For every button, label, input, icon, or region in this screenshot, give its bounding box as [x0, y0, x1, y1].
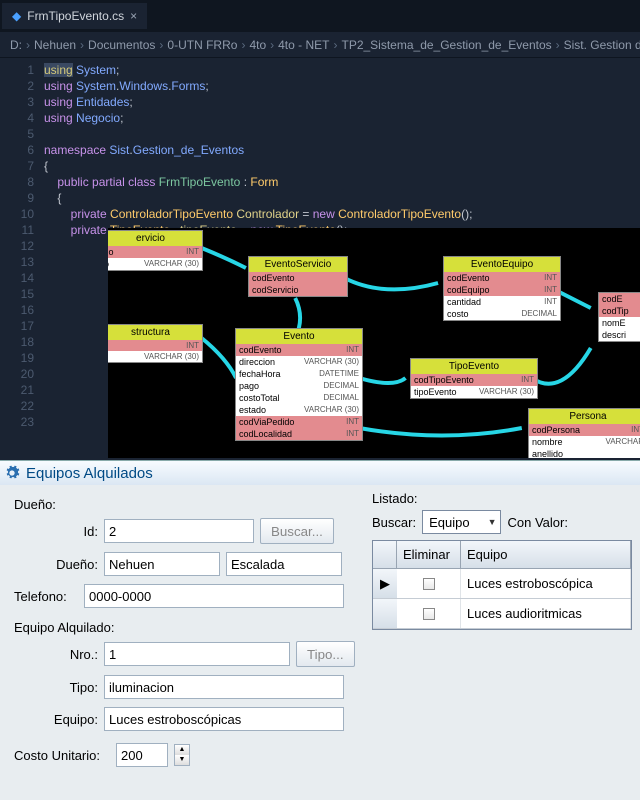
- csharp-icon: ◆: [12, 9, 21, 23]
- equipo-label: Equipo:: [14, 712, 98, 727]
- tel-label: Telefono:: [14, 589, 78, 604]
- tipo-label: Tipo:: [14, 680, 98, 695]
- editor-tab[interactable]: ◆ FrmTipoEvento.cs ×: [2, 3, 147, 29]
- table-row[interactable]: ▶Luces estroboscópica: [373, 569, 631, 599]
- gear-icon: [4, 465, 20, 481]
- id-input[interactable]: [104, 519, 254, 543]
- window-title: Equipos Alquilados: [26, 465, 153, 482]
- buscar-combo[interactable]: Equipo ▼: [422, 510, 501, 534]
- owner-section-label: Dueño:: [14, 497, 360, 512]
- listado-label: Listado:: [372, 491, 632, 506]
- id-label: Id:: [14, 524, 98, 539]
- breadcrumb[interactable]: D:›Nehuen›Documentos›0-UTN FRRo›4to›4to …: [0, 32, 640, 58]
- window-titlebar: Equipos Alquilados: [0, 461, 640, 485]
- checkbox[interactable]: [423, 608, 435, 620]
- line-gutter: 1234567891011121314151617181920212223: [0, 58, 44, 460]
- tipo-button[interactable]: Tipo...: [296, 641, 355, 667]
- rent-section-label: Equipo Alquilado:: [14, 620, 360, 635]
- tab-label: FrmTipoEvento.cs: [27, 9, 124, 23]
- ide-pane: ◆ FrmTipoEvento.cs × D:›Nehuen›Documento…: [0, 0, 640, 460]
- chevron-down-icon: ▼: [488, 517, 497, 527]
- nro-input[interactable]: [104, 642, 290, 666]
- owner-label: Dueño:: [14, 557, 98, 572]
- buscar-button[interactable]: Buscar...: [260, 518, 334, 544]
- code-editor[interactable]: 1234567891011121314151617181920212223 us…: [0, 58, 640, 460]
- owner-last-input[interactable]: [226, 552, 342, 576]
- tel-input[interactable]: [84, 584, 344, 608]
- cost-label: Costo Unitario:: [14, 748, 110, 763]
- close-icon[interactable]: ×: [130, 9, 137, 23]
- er-diagram-overlay: erviciocioINTioVARCHAR (30)structuraINTV…: [108, 228, 640, 458]
- con-valor-label: Con Valor:: [507, 515, 567, 530]
- owner-first-input[interactable]: [104, 552, 220, 576]
- cost-input[interactable]: [116, 743, 168, 767]
- nro-label: Nro.:: [14, 647, 98, 662]
- equipos-grid[interactable]: EliminarEquipo ▶Luces estroboscópicaLuce…: [372, 540, 632, 630]
- checkbox[interactable]: [423, 578, 435, 590]
- buscar-label: Buscar:: [372, 515, 416, 530]
- table-row[interactable]: Luces audioritmicas: [373, 599, 631, 629]
- cost-spinner[interactable]: ▲▼: [174, 744, 190, 766]
- winform-window: Equipos Alquilados Dueño: Id: Buscar... …: [0, 460, 640, 800]
- tab-bar: ◆ FrmTipoEvento.cs ×: [0, 0, 640, 32]
- tipo-input[interactable]: [104, 675, 344, 699]
- equipo-input[interactable]: [104, 707, 344, 731]
